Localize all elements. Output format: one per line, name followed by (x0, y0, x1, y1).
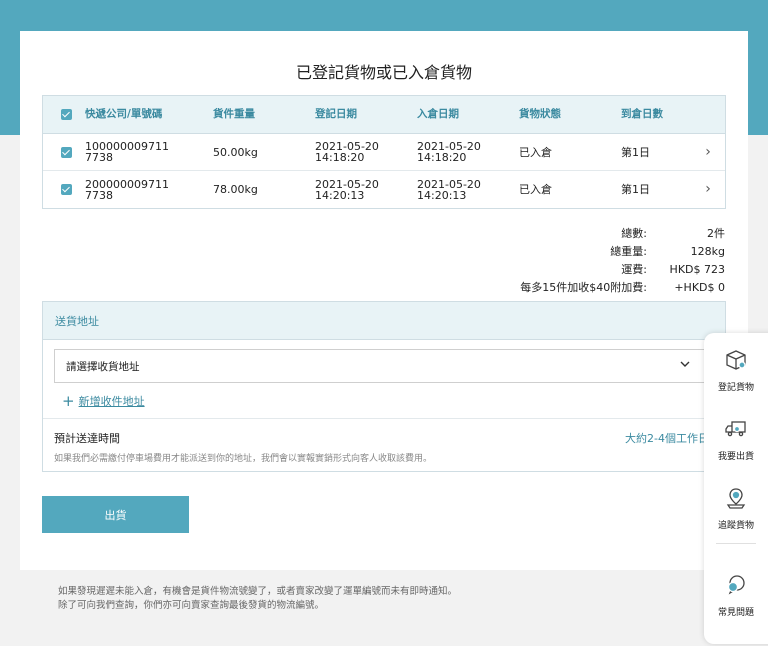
sidebar-item-faq[interactable]: 常見問題 (704, 573, 768, 618)
reg-date-value: 2021-05-20 14:20:13 (315, 177, 379, 202)
surcharge-label: 每多15件加收$40附加費: (520, 281, 647, 294)
header-weight: 貨件重量 (213, 108, 255, 120)
address-select-placeholder: 請選擇收貨地址 (66, 360, 140, 373)
chevron-down-icon (680, 359, 690, 372)
footnote-line-2: 除了可向我們查詢，你們亦可向賣家查詢最後發貨的物流編號。 (58, 600, 325, 611)
sidebar-item-register[interactable]: 登記貨物 (704, 348, 768, 393)
tracking-number: 100000009711 7738 (85, 140, 169, 164)
location-pin-icon (724, 486, 748, 514)
sidebar-item-label: 登記貨物 (717, 383, 754, 393)
row-checkbox[interactable] (43, 146, 85, 158)
in-date-value: 2021-05-20 14:18:20 (417, 140, 481, 164)
select-all-checkbox[interactable] (43, 109, 85, 120)
count-label: 總數: (621, 227, 647, 240)
shipments-table: 快遞公司/單號碼 貨件重量 登記日期 入倉日期 貨物狀態 到倉日數 100000… (42, 95, 726, 209)
weight-value: 78.00kg (213, 183, 258, 196)
footnote-line-1: 如果發現遲遲未能入倉，有機會是貨件物流號變了，或者賣家改變了運單編號而未有即時通… (58, 586, 458, 597)
reg-date-value: 2021-05-20 14:18:20 (315, 140, 379, 164)
weight-label: 總重量: (610, 245, 647, 258)
sidebar-item-label: 我要出貨 (717, 452, 754, 462)
surcharge-value: +HKD$ 0 (674, 280, 725, 294)
divider (43, 418, 725, 419)
eta-value: 大約2-4個工作日 (625, 432, 709, 445)
header-reg-date: 登記日期 (315, 108, 357, 120)
chat-bubbles-icon (724, 573, 748, 601)
header-days: 到倉日數 (621, 108, 663, 120)
delivery-address-section: 送貨地址 請選擇收貨地址 + 新增收件地址 預計送達時間 大約2-4個工作日 如… (42, 301, 726, 472)
tracking-number: 200000009711 7738 (85, 177, 169, 202)
order-summary: 總數: 2件 總重量: 128kg 運費: HKD$ 723 每多15件加收$40附加… (465, 224, 725, 296)
eta-label: 預計送達時間 (54, 432, 120, 445)
chevron-right-icon[interactable]: › (691, 182, 725, 196)
sidebar-item-label: 追蹤貨物 (717, 521, 754, 531)
status-value: 已入倉 (519, 183, 552, 196)
table-row[interactable]: 100000009711 7738 50.00kg 2021-05-20 14:… (43, 134, 725, 171)
header-in-date: 入倉日期 (417, 108, 459, 120)
divider (716, 543, 756, 544)
package-icon (724, 348, 748, 376)
sidebar-item-track[interactable]: 追蹤貨物 (704, 486, 768, 531)
status-value: 已入倉 (519, 145, 552, 159)
floating-sidebar: 登記貨物 我要出貨 追蹤貨物 常見問題 (704, 333, 768, 644)
sidebar-item-ship[interactable]: 我要出貨 (704, 417, 768, 462)
add-address-link[interactable]: + 新增收件地址 (62, 393, 145, 409)
plus-icon: + (62, 391, 75, 410)
weight-value: 50.00kg (213, 145, 258, 159)
row-checkbox[interactable] (43, 184, 85, 195)
header-status: 貨物狀態 (519, 108, 561, 120)
parking-fee-note: 如果我們必需繳付停車場費用才能派送到你的地址，我們會以實報實銷形式向客人收取該費… (54, 454, 433, 464)
ship-button[interactable]: 出貨 (42, 496, 189, 533)
sidebar-item-label: 常見問題 (717, 608, 754, 618)
address-section-title: 送貨地址 (43, 302, 725, 340)
fee-value: HKD$ 723 (669, 262, 725, 276)
fee-label: 運費: (621, 263, 647, 276)
chevron-right-icon[interactable]: › (691, 145, 725, 159)
table-header: 快遞公司/單號碼 貨件重量 登記日期 入倉日期 貨物狀態 到倉日數 (43, 96, 725, 134)
add-address-label: 新增收件地址 (78, 395, 145, 408)
truck-icon (724, 417, 748, 445)
days-value: 第1日 (621, 145, 650, 159)
footnote: 如果發現遲遲未能入倉，有機會是貨件物流號變了，或者賣家改變了運單編號而未有即時通… (58, 585, 457, 613)
page-title: 已登記貨物或已入倉貨物 (295, 63, 472, 82)
header-courier: 快遞公司/單號碼 (85, 108, 163, 120)
in-date-value: 2021-05-20 14:20:13 (417, 177, 481, 202)
address-select[interactable]: 請選擇收貨地址 (54, 349, 705, 383)
weight-total: 128kg (690, 244, 725, 258)
days-value: 第1日 (621, 183, 650, 196)
count-value: 2件 (707, 227, 725, 240)
main-card: 已登記貨物或已入倉貨物 快遞公司/單號碼 貨件重量 登記日期 入倉日期 貨物狀態… (20, 31, 748, 570)
table-row[interactable]: 200000009711 7738 78.00kg 2021-05-20 14:… (43, 171, 725, 208)
